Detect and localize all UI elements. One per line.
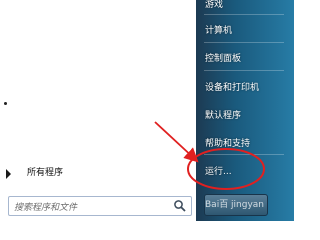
menu-item-run[interactable]: 运行... — [205, 164, 232, 177]
search-placeholder: 搜索程序和文件 — [14, 203, 78, 213]
bullet-dot — [4, 102, 7, 105]
menu-item-computer[interactable]: 计算机 — [205, 23, 232, 36]
search-input[interactable]: 搜索程序和文件 — [8, 196, 192, 216]
menu-divider — [204, 70, 284, 71]
menu-item-devices-printers[interactable]: 设备和打印机 — [205, 80, 259, 93]
all-programs-label: 所有程序 — [27, 168, 64, 178]
menu-item-help-support[interactable]: 帮助和支持 — [205, 136, 250, 149]
menu-divider — [204, 14, 284, 15]
menu-item-default-programs[interactable]: 默认程序 — [205, 108, 241, 121]
watermark: Bai百 jingyan — [205, 200, 265, 210]
menu-item-control-panel[interactable]: 控制面板 — [205, 51, 241, 64]
start-menu-right-pane: 游戏 计算机 控制面板 设备和打印机 默认程序 帮助和支持 运行... — [196, 0, 294, 221]
start-menu-left-pane: 所有程序 搜索程序和文件 — [0, 0, 196, 221]
triangle-right-icon — [6, 169, 11, 179]
menu-item-games[interactable]: 游戏 — [205, 0, 223, 10]
search-icon[interactable] — [173, 199, 187, 213]
start-menu: 所有程序 搜索程序和文件 游戏 计算机 控制面板 设备和打印机 默认程序 帮助和… — [0, 0, 294, 221]
menu-divider — [204, 42, 284, 43]
menu-divider — [204, 154, 284, 155]
all-programs-item[interactable]: 所有程序 — [0, 161, 196, 185]
